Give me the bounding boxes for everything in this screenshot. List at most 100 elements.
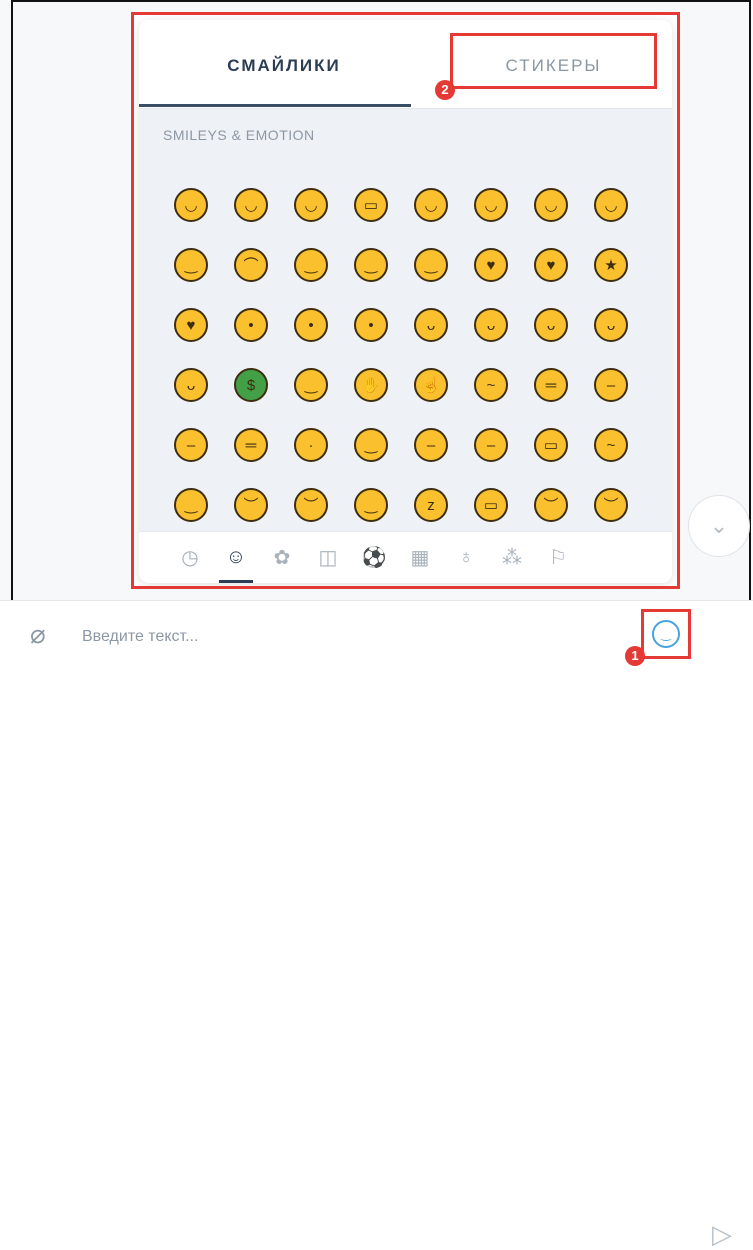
emoji-cell[interactable]: ᴗ (521, 295, 581, 355)
frame-border (11, 0, 13, 600)
chevron-down-icon: ⌄ (709, 513, 729, 538)
activity-icon[interactable]: ⚽ (351, 543, 397, 573)
emoji-cell[interactable]: ◡ (521, 175, 581, 235)
unamused-face-icon: – (414, 428, 448, 462)
emoji-cell[interactable]: • (281, 295, 341, 355)
flags-icon[interactable]: ⚐ (535, 543, 581, 573)
emoji-cell[interactable]: ♥ (461, 235, 521, 295)
emoji-cell[interactable]: ◡ (461, 175, 521, 235)
pensive-face-icon: ︶ (234, 488, 268, 522)
emoji-cell[interactable]: ♥ (521, 235, 581, 295)
scroll-down-button[interactable]: ⌄ (688, 495, 750, 557)
sleepy-face-icon: ︶ (294, 488, 328, 522)
emoji-cell[interactable]: ═ (521, 355, 581, 415)
emoji-cell[interactable]: ★ (581, 235, 641, 295)
emoji-cell[interactable]: ▭ (461, 475, 521, 531)
emoji-cell[interactable]: ‿ (341, 415, 401, 475)
upside-down-face-icon: ⌒ (234, 248, 268, 282)
emoji-cell[interactable]: ◡ (161, 175, 221, 235)
emoji-row: ‿ ⌒ ‿ ‿ ‿ ♥ ♥ ★ (161, 235, 651, 295)
emoji-cell[interactable]: ▭ (521, 415, 581, 475)
emoji-cell[interactable]: ‿ (281, 235, 341, 295)
emoji-cell[interactable]: ︶ (581, 475, 641, 531)
smile-face-icon: ◡ (294, 188, 328, 222)
kissing-smile-face-icon: • (354, 308, 388, 342)
frame-border (11, 0, 751, 2)
emoji-cell[interactable]: ✋ (341, 355, 401, 415)
emoji-cell[interactable]: ︶ (521, 475, 581, 531)
message-input[interactable] (80, 619, 584, 655)
frame-border (749, 0, 751, 668)
emoji-cell[interactable]: ~ (581, 415, 641, 475)
emoji-cell[interactable]: ‿ (161, 235, 221, 295)
animal-icon[interactable]: ✿ (259, 543, 305, 573)
food-icon[interactable]: ◫ (305, 543, 351, 573)
emoji-cell[interactable]: ‿ (341, 235, 401, 295)
emoji-grid: ◡ ◡ ◡ ▭ ◡ ◡ ◡ ◡ ‿ ⌒ ‿ ‿ ‿ ♥ ♥ ★ ♥ • • • … (161, 175, 651, 531)
halo-face-icon: ‿ (414, 248, 448, 282)
paperclip-icon[interactable]: ⌀ (30, 619, 46, 650)
emoji-cell[interactable]: ‿ (161, 475, 221, 531)
neutral-face-icon: – (174, 428, 208, 462)
emoji-cell[interactable]: – (581, 355, 641, 415)
shushing-face-icon: ☝ (414, 368, 448, 402)
emoji-cell[interactable]: ☝ (401, 355, 461, 415)
blush-face-icon: ‿ (354, 248, 388, 282)
emoji-cell[interactable]: ⌒ (221, 235, 281, 295)
objects-icon[interactable]: ♁ (443, 543, 489, 573)
emoji-row: ◡ ◡ ◡ ▭ ◡ ◡ ◡ ◡ (161, 175, 651, 235)
emoji-cell[interactable]: ᴗ (401, 295, 461, 355)
emoji-cell[interactable]: – (401, 415, 461, 475)
emoji-cell[interactable]: ◡ (401, 175, 461, 235)
emoji-cell[interactable]: ♥ (161, 295, 221, 355)
wink-tongue-face-icon: ᴗ (534, 308, 568, 342)
emoji-picker-highlight: СМАЙЛИКИ СТИКЕРЫ 2 SMILEYS & EMOTION ◡ ◡… (131, 12, 680, 589)
emoji-cell[interactable]: ◡ (221, 175, 281, 235)
emoji-cell[interactable]: ▭ (341, 175, 401, 235)
emoji-cell[interactable]: ‿ (341, 475, 401, 531)
picker-tabs: СМАЙЛИКИ СТИКЕРЫ 2 (139, 20, 672, 109)
emoji-cell[interactable]: $ (221, 355, 281, 415)
clock-icon[interactable]: ◷ (167, 543, 213, 573)
emoji-cell[interactable]: ‿ (401, 235, 461, 295)
emoji-cell[interactable]: ‿ (281, 355, 341, 415)
slight-smile-face-icon: ‿ (174, 248, 208, 282)
emoji-cell[interactable]: – (161, 415, 221, 475)
smiley-icon[interactable]: ☺ (213, 543, 259, 583)
send-icon[interactable]: ▷ (712, 1219, 732, 1250)
relieved-face-icon: ‿ (174, 488, 208, 522)
emoji-cell[interactable]: ═ (221, 415, 281, 475)
emoji-cell[interactable]: • (221, 295, 281, 355)
travel-icon[interactable]: ▦ (397, 543, 443, 573)
kissing-closed-eyes-face-icon: • (294, 308, 328, 342)
symbols-icon[interactable]: ⁂ (489, 543, 535, 573)
emoji-cell[interactable]: • (341, 295, 401, 355)
emoji-cell[interactable]: ︶ (281, 475, 341, 531)
emoji-cell[interactable]: · (281, 415, 341, 475)
emoji-cell[interactable]: ◡ (281, 175, 341, 235)
emoji-row: ‿ ︶ ︶ ‿ z ▭ ︶ ︶ (161, 475, 651, 531)
emoji-cell[interactable]: ◡ (581, 175, 641, 235)
emoji-cell[interactable]: ᴗ (581, 295, 641, 355)
tongue-face-icon: ᴗ (474, 308, 508, 342)
thinking-face-icon: ~ (474, 368, 508, 402)
emoji-cell[interactable]: ᴗ (461, 295, 521, 355)
hearts-face-icon: ♥ (474, 248, 508, 282)
hand-over-mouth-face-icon: ✋ (354, 368, 388, 402)
zipper-mouth-face-icon: ═ (534, 368, 568, 402)
bandage-face-icon: ︶ (594, 488, 628, 522)
tab-smileys[interactable]: СМАЙЛИКИ (169, 46, 399, 86)
money-mouth-face-icon: $ (234, 368, 268, 402)
emoji-cell[interactable]: z (401, 475, 461, 531)
emoji-cell[interactable]: – (461, 415, 521, 475)
emoji-cell[interactable]: ︶ (221, 475, 281, 531)
expressionless-face-icon: ═ (234, 428, 268, 462)
emoji-button[interactable]: ‿ (641, 609, 691, 659)
smiley-icon: ‿ (652, 620, 680, 648)
annotation-badge-2: 2 (435, 80, 455, 100)
emoji-cell[interactable]: ~ (461, 355, 521, 415)
category-bar: ◷ ☺ ✿ ◫ ⚽ ▦ ♁ ⁂ ⚐ (139, 531, 672, 583)
emoji-row: ♥ • • • ᴗ ᴗ ᴗ ᴗ (161, 295, 651, 355)
emoji-cell[interactable]: ᴗ (161, 355, 221, 415)
grin-face-icon: ▭ (354, 188, 388, 222)
